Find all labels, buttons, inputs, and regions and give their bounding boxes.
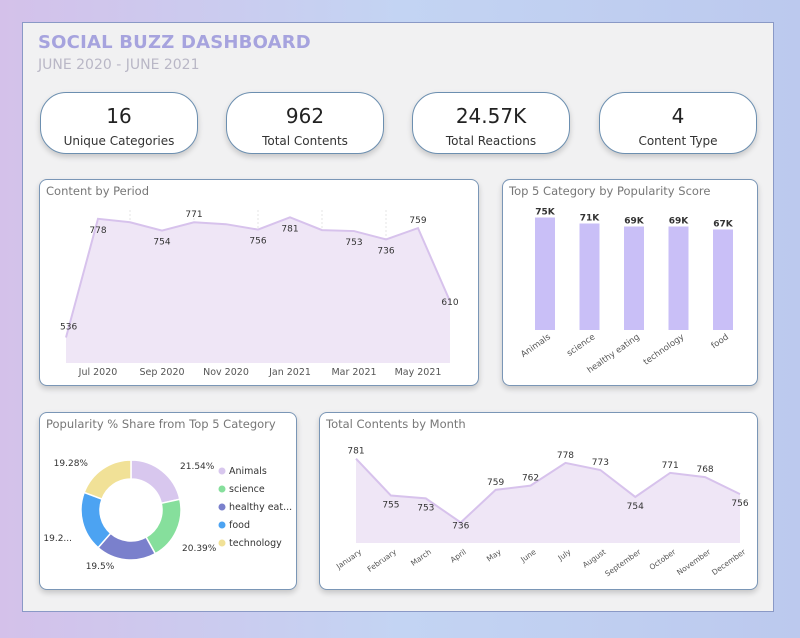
- legend-marker: [218, 467, 226, 475]
- x-tick-label: Mar 2021: [331, 367, 376, 378]
- legend-marker: [218, 503, 226, 511]
- dashboard-title: SOCIAL BUZZ DASHBOARD: [38, 32, 311, 53]
- point-label: 778: [557, 451, 574, 461]
- kpi-value: 16: [106, 104, 132, 128]
- x-tick-label: Sep 2020: [139, 367, 184, 378]
- donut-slice: [80, 491, 112, 549]
- bar-value-label: 69K: [669, 217, 690, 227]
- point-label: 756: [731, 499, 748, 509]
- x-tick-label: October: [648, 547, 678, 572]
- point-label: 781: [281, 224, 298, 234]
- x-tick-label: Animals: [519, 332, 553, 360]
- point-label: 759: [409, 216, 426, 226]
- bar: [579, 223, 600, 330]
- point-label: 610: [441, 298, 458, 308]
- kpi-card-total-contents[interactable]: 962 Total Contents: [226, 92, 384, 154]
- x-tick-label: June: [518, 547, 538, 565]
- point-label: 755: [382, 501, 399, 511]
- point-label: 753: [417, 503, 434, 513]
- legend-label: healthy eat...: [229, 502, 292, 513]
- popularity-donut-chart: 21.54% 20.39% 19.5% 19.2... 19.28% Animals sci…: [43, 459, 292, 572]
- x-tick-label: technology: [642, 332, 686, 367]
- bar: [668, 226, 689, 330]
- kpi-label: Content Type: [638, 134, 718, 148]
- point-label: 536: [60, 323, 77, 333]
- contents-by-month-card[interactable]: Total Contents by Month 781 January 755 Feb…: [319, 412, 758, 590]
- legend-marker: [218, 485, 226, 493]
- point-label: 736: [452, 521, 469, 531]
- x-tick-label: Jan 2021: [268, 367, 311, 378]
- x-tick-label: September: [603, 547, 643, 579]
- point-label: 756: [249, 237, 266, 247]
- donut-slice: [130, 459, 181, 505]
- contents-by-month-chart: 781 January 755 February 753 March 736 April 759…: [334, 447, 749, 579]
- popularity-share-card[interactable]: Popularity % Share from Top 5 Category 2…: [39, 412, 297, 590]
- kpi-card-total-reactions[interactable]: 24.57K Total Reactions: [412, 92, 570, 154]
- donut-slice: [83, 459, 132, 501]
- kpi-label: Unique Categories: [63, 134, 175, 148]
- x-tick-label: March: [409, 547, 433, 568]
- kpi-label: Total Contents: [262, 134, 348, 148]
- kpi-card-content-type[interactable]: 4 Content Type: [599, 92, 757, 154]
- x-tick-label: science: [565, 332, 597, 359]
- x-tick-label: January: [334, 547, 364, 572]
- point-label: 754: [627, 502, 644, 512]
- point-label: 759: [487, 478, 504, 488]
- x-tick-label: Jul 2020: [78, 367, 118, 378]
- x-tick-label: Nov 2020: [203, 367, 249, 378]
- content-by-period-card[interactable]: Content by Period 536 778 754 771 756 781 753 7…: [39, 179, 479, 386]
- bar: [713, 229, 733, 330]
- point-label: 754: [153, 238, 170, 248]
- slice-label: 19.5%: [86, 562, 115, 572]
- point-label: 736: [377, 246, 394, 256]
- kpi-value: 4: [671, 104, 685, 128]
- top-category-bar-chart: 75KAnimals71Kscience69Khealthy eating69K…: [519, 208, 734, 376]
- point-label: 771: [662, 461, 679, 471]
- legend-marker: [218, 521, 226, 529]
- dashboard-subtitle: JUNE 2020 - JUNE 2021: [38, 57, 200, 73]
- top-category-card[interactable]: Top 5 Category by Popularity Score 75K An…: [502, 179, 758, 386]
- bar-value-label: 71K: [580, 214, 601, 224]
- bar: [624, 226, 644, 330]
- legend-label: Animals: [229, 466, 267, 477]
- slice-label: 21.54%: [180, 462, 215, 472]
- bar: [535, 217, 555, 330]
- x-tick-label: food: [710, 332, 731, 351]
- point-label: 773: [592, 458, 609, 468]
- bar-value-label: 75K: [535, 208, 556, 218]
- legend-label: science: [229, 484, 265, 495]
- legend-label: technology: [229, 538, 282, 549]
- slice-label: 20.39%: [182, 544, 217, 554]
- point-label: 771: [185, 210, 202, 220]
- slice-label: 19.28%: [54, 459, 89, 469]
- slice-label: 19.2...: [43, 534, 72, 544]
- point-label: 762: [522, 474, 539, 484]
- area-fill: [356, 458, 740, 543]
- point-label: 778: [89, 226, 106, 236]
- x-tick-label: August: [581, 547, 608, 569]
- bar-value-label: 67K: [713, 220, 734, 230]
- kpi-label: Total Reactions: [445, 134, 537, 148]
- point-label: 768: [696, 465, 713, 475]
- x-tick-label: February: [366, 547, 399, 574]
- kpi-value: 962: [285, 104, 325, 128]
- legend-marker: [218, 539, 226, 547]
- x-tick-label: December: [710, 547, 748, 577]
- kpi-value: 24.57K: [455, 104, 527, 128]
- content-by-period-chart: 536 778 754 771 756 781 753 736 759 610 Jul 2020 Se…: [60, 210, 459, 378]
- x-tick-label: November: [675, 547, 713, 577]
- point-label: 781: [347, 447, 364, 457]
- x-tick-label: May 2021: [395, 367, 442, 378]
- legend-label: food: [229, 520, 250, 531]
- x-tick-label: May: [485, 547, 503, 564]
- x-tick-label: July: [556, 547, 573, 563]
- bar-value-label: 69K: [624, 217, 645, 227]
- point-label: 753: [345, 238, 362, 248]
- kpi-card-unique-categories[interactable]: 16 Unique Categories: [40, 92, 198, 154]
- x-tick-label: April: [449, 547, 468, 564]
